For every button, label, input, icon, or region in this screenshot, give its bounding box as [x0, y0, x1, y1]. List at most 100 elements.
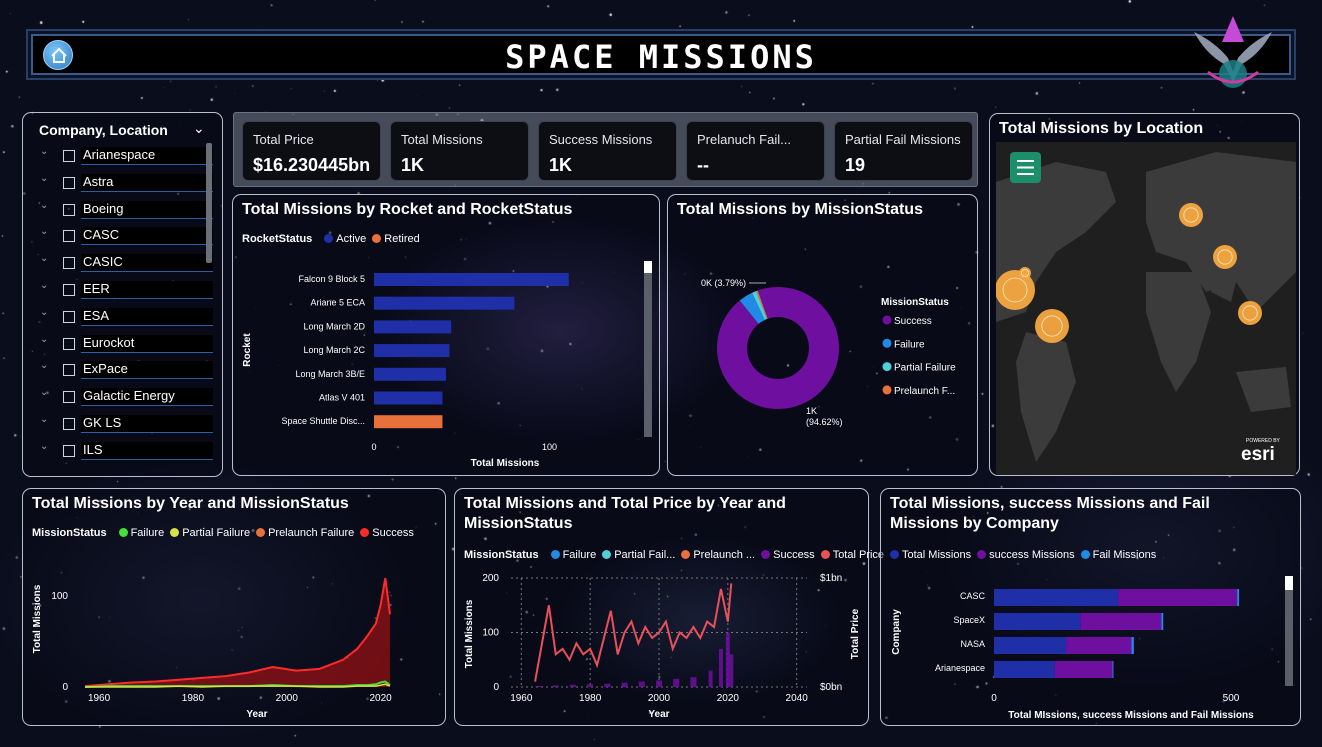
rocket-chart-panel: Total Missions by Rocket and RocketStatu…: [232, 194, 660, 476]
success-bar: [604, 683, 611, 687]
checkbox[interactable]: [63, 257, 75, 270]
y-tick: 100: [51, 591, 68, 602]
slicer-list: ⌄ Arianespace ⌄ Astra ⌄ Boeing ⌄ CASC ⌄ CASIC ⌄ EER…: [37, 143, 215, 471]
bar: [374, 344, 450, 358]
card-total-missions[interactable]: Total Missions 1K: [390, 121, 529, 181]
card-label: Total Price: [253, 132, 314, 147]
legend-label: Success: [894, 316, 932, 327]
slicer-title: Company, Location: [39, 122, 168, 138]
company-bar-chart: CASC SpaceX NASA Arianespace 0 500 Total MIssi…: [891, 576, 1293, 721]
bar: [374, 296, 515, 310]
card-value: 19: [845, 155, 866, 175]
checkbox[interactable]: [63, 310, 75, 323]
checkbox[interactable]: [63, 337, 75, 350]
x-tick: 0: [991, 693, 997, 704]
chevron-down-icon[interactable]: ⌄: [40, 334, 48, 345]
fail-missions-bar: [1237, 589, 1240, 606]
slicer-item[interactable]: ⌄ Eurockot: [37, 331, 215, 358]
y2-tick: $0bn: [820, 682, 842, 693]
chevron-down-icon[interactable]: ⌄: [40, 387, 48, 398]
data-label: 0K (3.79%): [701, 278, 746, 288]
x-tick: 2020: [717, 693, 740, 704]
success-missions-bar: [1054, 661, 1113, 678]
legend-dot: [882, 315, 892, 325]
card-value: $16.230445bn: [253, 155, 371, 175]
y-axis-label: Total Missions: [32, 584, 43, 653]
y-tick: 200: [482, 573, 499, 584]
checkbox[interactable]: [63, 391, 75, 404]
slicer-item-label: Boeing: [81, 200, 213, 219]
eagle-logo-icon: [1194, 16, 1272, 88]
card-prelaunch-fail[interactable]: Prelanuch Fail... --: [686, 121, 825, 181]
fail-missions-bar: [1112, 661, 1114, 678]
card-value: 1K: [549, 155, 573, 175]
slicer-item-label: Eurockot: [81, 334, 213, 353]
x-tick: 1960: [510, 693, 533, 704]
chevron-down-icon[interactable]: ⌄: [40, 253, 48, 264]
chevron-down-icon[interactable]: ⌄: [40, 200, 48, 211]
legend-dot: [882, 362, 892, 372]
company-label: NASA: [960, 639, 985, 649]
checkbox[interactable]: [63, 203, 75, 216]
slicer-item[interactable]: ⌄ CASC: [37, 223, 215, 250]
chevron-down-icon[interactable]: ⌄: [40, 280, 48, 291]
total-missions-bar: [994, 661, 1055, 678]
chevron-down-icon[interactable]: ⌄: [40, 307, 48, 318]
checkbox[interactable]: [63, 283, 75, 296]
card-partial-fail[interactable]: Partial Fail Missions 19: [834, 121, 973, 181]
world-map[interactable]: POWERED BY esri: [996, 142, 1296, 475]
slicer-item[interactable]: ⌄ ESA: [37, 304, 215, 331]
card-total-price[interactable]: Total Price $16.230445bn: [242, 121, 381, 181]
checkbox[interactable]: [63, 150, 75, 162]
slicer-item[interactable]: ⌄ EER: [37, 277, 215, 304]
scrollbar: [1285, 576, 1293, 686]
card-success-missions[interactable]: Success Missions 1K: [538, 121, 677, 181]
slicer-item[interactable]: ⌄ Boeing: [37, 197, 215, 224]
card-label: Success Missions: [549, 132, 653, 147]
slicer-item[interactable]: ⌄ Arianespace: [37, 143, 215, 170]
chevron-down-icon[interactable]: ⌄: [40, 226, 48, 237]
success-bar: [621, 682, 628, 687]
checkbox[interactable]: [63, 230, 75, 243]
checkbox[interactable]: [63, 176, 75, 189]
rocket-label: Long March 2C: [303, 345, 365, 355]
slicer-item[interactable]: ⌄ Galactic Energy: [37, 384, 215, 411]
x-axis-label: Year: [246, 709, 267, 720]
y-axis-label: Company: [891, 609, 902, 655]
slicer-item[interactable]: ⌄ GK LS: [37, 411, 215, 438]
slicer-item-label: Astra: [81, 173, 213, 192]
y2-axis-label: Total Price: [850, 608, 861, 659]
company-location-slicer: Company, Location ⌄ ⌄ Arianespace ⌄ Astra ⌄ B…: [22, 112, 223, 477]
chevron-down-icon[interactable]: ⌄: [40, 414, 48, 425]
chevron-down-icon[interactable]: ⌄: [40, 173, 48, 184]
rocket-label: Space Shuttle Disc...: [281, 416, 365, 426]
mission-status-panel: Total Missions by MissionStatus 0K (3.79…: [667, 194, 978, 476]
slicer-item-label: ILS: [81, 441, 213, 460]
scrollbar[interactable]: [206, 143, 212, 263]
x-axis-label: Year: [648, 709, 669, 720]
y-tick: 100: [482, 628, 499, 639]
checkbox[interactable]: [63, 364, 75, 377]
chevron-down-icon[interactable]: ⌄: [40, 146, 48, 157]
slicer-item[interactable]: ⌄ ExPace: [37, 357, 215, 384]
success-area: [85, 578, 390, 687]
slicer-item[interactable]: ⌄ Astra: [37, 170, 215, 197]
total-missions-bar: [994, 613, 1081, 630]
x-tick: 1980: [579, 693, 602, 704]
rocket-label: Long March 3B/E: [295, 369, 365, 379]
slicer-item[interactable]: ⌄ CASIC: [37, 250, 215, 277]
x-tick: 500: [1223, 693, 1240, 704]
company-label: SpaceX: [953, 615, 985, 625]
map-bubble: [1238, 301, 1262, 325]
chevron-down-icon[interactable]: ⌄: [193, 120, 205, 137]
slicer-item[interactable]: ⌄ ILS: [37, 438, 215, 465]
checkbox[interactable]: [63, 444, 75, 457]
chevron-down-icon[interactable]: ⌄: [40, 441, 48, 452]
chevron-down-icon[interactable]: ⌄: [40, 360, 48, 371]
success-missions-bar: [1066, 637, 1132, 654]
success-bar: [708, 670, 713, 687]
location-map-panel: Total Missions by Location POWERED BY es…: [989, 113, 1300, 476]
checkbox[interactable]: [63, 417, 75, 430]
success-bar: [552, 685, 559, 687]
chart-title: Total Missions by Location: [999, 120, 1204, 137]
